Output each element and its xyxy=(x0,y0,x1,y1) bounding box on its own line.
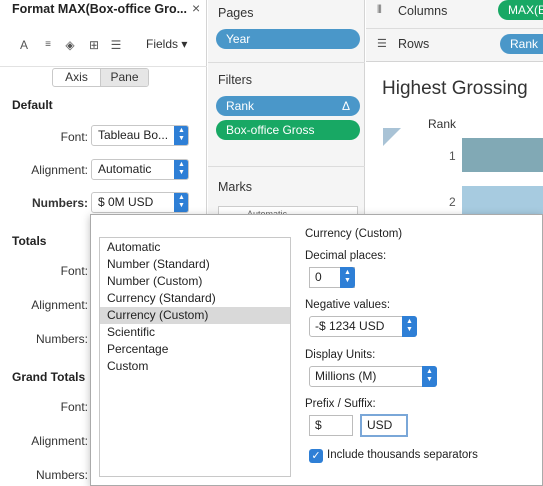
borders-icon[interactable]: ⊞ xyxy=(86,38,102,52)
totals-numbers-label: Numbers: xyxy=(35,332,88,346)
chevron-updown-icon: ▲ ▼ xyxy=(174,193,188,212)
format-heading: Currency (Custom) xyxy=(305,228,403,240)
font-icon[interactable]: A xyxy=(16,38,32,52)
rows-label: Rows xyxy=(398,37,430,51)
totals-font-label: Font: xyxy=(60,264,88,278)
prefix-input[interactable]: $ xyxy=(309,415,353,436)
lines-icon[interactable]: ☰ xyxy=(108,38,124,52)
display-units-label: Display Units: xyxy=(305,349,376,361)
prefix-value: $ xyxy=(315,418,322,432)
rank-header: Rank xyxy=(428,117,457,131)
alignment-icon[interactable]: ≡ xyxy=(40,38,56,52)
pill-filter-rank[interactable]: Rank Δ xyxy=(216,96,360,116)
format-list-item[interactable]: Number (Custom) xyxy=(100,273,290,290)
pill-rows[interactable]: Rank xyxy=(500,34,543,54)
sort-indicator-icon xyxy=(383,128,401,146)
close-icon[interactable]: × xyxy=(192,0,200,16)
delta-icon: Δ xyxy=(341,99,350,113)
default-alignment-label: Alignment: xyxy=(31,163,88,177)
pill-columns[interactable]: MAX(B xyxy=(498,0,543,20)
section-totals: Totals xyxy=(12,234,47,248)
grand-alignment-label: Alignment: xyxy=(31,434,88,448)
format-pane-title: Format MAX(Box-office Gro... xyxy=(12,2,188,16)
chevron-updown-icon: ▲ ▼ xyxy=(174,160,188,179)
default-alignment-value: Automatic xyxy=(98,162,152,176)
rows-icon: ☰ xyxy=(377,38,387,50)
bar-mark[interactable] xyxy=(462,186,543,216)
format-list-item[interactable]: Custom xyxy=(100,358,290,375)
shading-icon[interactable]: ◈ xyxy=(62,38,78,52)
divider xyxy=(0,66,207,67)
decimal-places-value: 0 xyxy=(315,270,322,284)
divider xyxy=(208,166,365,167)
rank-label: 2 xyxy=(449,195,456,209)
negative-values-select[interactable]: -$ 1234 USD ▲ ▼ xyxy=(309,316,417,337)
display-units-value: Millions (M) xyxy=(315,369,377,383)
rank-label: 1 xyxy=(449,149,456,163)
default-font-select[interactable]: Tableau Bo... ▲ ▼ xyxy=(91,125,189,146)
suffix-value: USD xyxy=(367,418,393,432)
tab-axis[interactable]: Axis xyxy=(53,69,100,86)
divider xyxy=(208,62,365,63)
thousands-separator-checkbox[interactable]: ✓ xyxy=(309,449,323,463)
format-list-item[interactable]: Automatic xyxy=(100,239,290,256)
grand-numbers-label: Numbers: xyxy=(35,468,88,482)
totals-alignment-label: Alignment: xyxy=(31,298,88,312)
section-default: Default xyxy=(12,98,53,112)
format-list-item[interactable]: Scientific xyxy=(100,324,290,341)
columns-icon: ⦀ xyxy=(377,4,382,16)
marks-title: Marks xyxy=(218,180,253,194)
divider xyxy=(366,28,543,29)
display-units-select[interactable]: Millions (M) ▲ ▼ xyxy=(309,366,437,387)
suffix-input[interactable]: USD xyxy=(360,414,408,437)
stepper-arrows-icon[interactable]: ▲ ▼ xyxy=(340,267,355,288)
negative-values-label: Negative values: xyxy=(305,299,391,311)
default-numbers-value: $ 0M USD xyxy=(98,195,154,209)
pill-filter-rank-label: Rank xyxy=(226,99,255,113)
columns-label: Columns xyxy=(398,4,448,18)
section-grand-totals: Grand Totals xyxy=(12,370,86,384)
thousands-separator-label: Include thousands separators xyxy=(327,449,478,461)
default-numbers-label: Numbers: xyxy=(31,196,88,210)
format-list-item[interactable]: Currency (Standard) xyxy=(100,290,290,307)
filters-title: Filters xyxy=(218,73,253,87)
format-list-item[interactable]: Currency (Custom) xyxy=(100,307,290,324)
tab-pane[interactable]: Pane xyxy=(100,69,148,86)
fields-dropdown[interactable]: Fields ▾ xyxy=(146,37,187,51)
default-font-value: Tableau Bo... xyxy=(98,128,169,142)
bar-mark[interactable] xyxy=(462,138,543,172)
viz-title: Highest Grossing xyxy=(382,78,528,99)
decimal-places-label: Decimal places: xyxy=(305,250,387,262)
default-numbers-select[interactable]: $ 0M USD ▲ ▼ xyxy=(91,192,189,213)
chevron-updown-icon: ▲ ▼ xyxy=(402,316,417,337)
pill-year[interactable]: Year xyxy=(216,29,360,49)
grand-font-label: Font: xyxy=(60,400,88,414)
format-list-item[interactable]: Percentage xyxy=(100,341,290,358)
format-list-item[interactable]: Number (Standard) xyxy=(100,256,290,273)
chevron-updown-icon: ▲ ▼ xyxy=(422,366,437,387)
default-font-label: Font: xyxy=(60,130,88,144)
pill-filter-box-office[interactable]: Box-office Gross xyxy=(216,120,360,140)
axis-pane-tabs: Axis Pane xyxy=(52,68,149,87)
default-alignment-select[interactable]: Automatic ▲ ▼ xyxy=(91,159,189,180)
prefix-suffix-label: Prefix / Suffix: xyxy=(305,398,376,410)
negative-values-value: -$ 1234 USD xyxy=(315,319,385,333)
pages-title: Pages xyxy=(218,6,254,20)
decimal-places-stepper[interactable]: 0 ▲ ▼ xyxy=(309,267,355,288)
chevron-updown-icon: ▲ ▼ xyxy=(174,126,188,145)
